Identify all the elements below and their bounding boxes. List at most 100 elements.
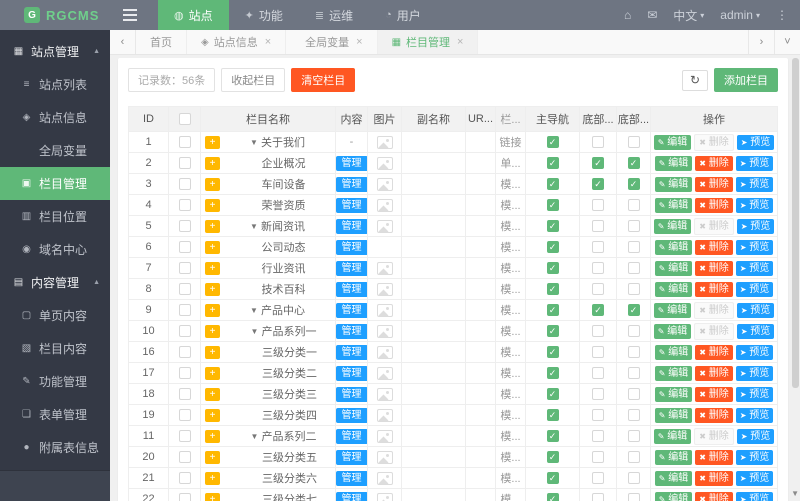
manage-button[interactable]: 管理 — [336, 302, 367, 318]
collapse-caret-icon[interactable]: ▼ — [250, 138, 258, 147]
delete-button[interactable]: ✖ 删除 — [695, 281, 733, 297]
delete-button[interactable]: ✖ 删除 — [695, 176, 733, 192]
footer1-checkbox[interactable] — [592, 283, 604, 295]
add-child-button[interactable]: + — [205, 198, 220, 212]
footer2-checkbox[interactable] — [627, 409, 640, 421]
manage-button[interactable]: 管理 — [336, 428, 367, 444]
main-nav-checkbox[interactable]: ✓ — [546, 199, 559, 211]
main-nav-checkbox[interactable]: ✓ — [546, 220, 559, 232]
add-child-button[interactable]: + — [205, 177, 220, 191]
edit-button[interactable]: ✎ 编辑 — [653, 302, 692, 318]
footer2-checkbox[interactable]: ✓ — [627, 304, 640, 316]
row-select-checkbox[interactable] — [178, 493, 191, 501]
add-child-button[interactable]: + — [205, 492, 220, 501]
add-child-button[interactable]: + — [205, 387, 220, 401]
main-nav-checkbox[interactable]: ✓ — [546, 136, 559, 148]
main-nav-checkbox[interactable]: ✓ — [546, 283, 559, 295]
footer1-checkbox[interactable] — [592, 199, 604, 211]
add-child-button[interactable]: + — [205, 303, 220, 317]
delete-button[interactable]: ✖ 删除 — [694, 322, 734, 340]
add-child-button[interactable]: + — [205, 282, 220, 296]
delete-button[interactable]: ✖ 删除 — [695, 260, 733, 276]
footer1-checkbox[interactable] — [592, 136, 604, 148]
edit-button[interactable]: ✎ 编辑 — [654, 344, 693, 360]
collapse-caret-icon[interactable]: ▼ — [250, 306, 258, 315]
manage-button[interactable]: 管理 — [336, 197, 367, 213]
top-nav-item[interactable]: ◔ 用户 — [369, 0, 437, 30]
preview-button[interactable]: ➤ 预览 — [736, 218, 775, 234]
preview-button[interactable]: ➤ 预览 — [735, 449, 774, 465]
footer1-checkbox[interactable]: ✓ — [592, 178, 604, 190]
footer2-checkbox[interactable] — [627, 367, 640, 379]
add-child-button[interactable]: + — [205, 366, 220, 380]
sidebar-group-header[interactable]: ▦ 站点管理 ▲ — [0, 35, 110, 68]
footer2-checkbox[interactable] — [627, 430, 640, 442]
manage-button[interactable]: 管理 — [336, 239, 367, 255]
footer2-checkbox[interactable] — [627, 388, 640, 400]
row-select-checkbox[interactable] — [178, 262, 191, 274]
manage-button[interactable]: 管理 — [336, 407, 367, 423]
tab-首页[interactable]: 首页 — [136, 30, 187, 54]
row-select-checkbox[interactable] — [178, 388, 191, 400]
sidebar-item-功能管理[interactable]: ✎ 功能管理 — [0, 365, 110, 398]
delete-button[interactable]: ✖ 删除 — [695, 491, 733, 501]
delete-button[interactable]: ✖ 删除 — [695, 470, 733, 486]
top-nav-item[interactable]: ◍ 站点 — [158, 0, 229, 30]
main-nav-checkbox[interactable]: ✓ — [546, 430, 559, 442]
add-child-button[interactable]: + — [205, 219, 220, 233]
main-nav-checkbox[interactable]: ✓ — [546, 325, 559, 337]
preview-button[interactable]: ➤ 预览 — [735, 281, 774, 297]
footer1-checkbox[interactable] — [592, 262, 604, 274]
footer2-checkbox[interactable] — [627, 493, 640, 501]
footer1-checkbox[interactable] — [592, 346, 604, 358]
add-child-button[interactable]: + — [205, 156, 220, 170]
manage-button[interactable]: 管理 — [336, 155, 367, 171]
footer2-checkbox[interactable] — [627, 472, 640, 484]
row-select-checkbox[interactable] — [178, 409, 191, 421]
main-nav-checkbox[interactable]: ✓ — [546, 157, 559, 169]
footer2-checkbox[interactable] — [627, 283, 640, 295]
main-nav-checkbox[interactable]: ✓ — [546, 367, 559, 379]
row-select-checkbox[interactable] — [178, 241, 191, 253]
manage-button[interactable]: 管理 — [336, 344, 367, 360]
preview-button[interactable]: ➤ 预览 — [735, 239, 774, 255]
footer2-checkbox[interactable] — [627, 220, 640, 232]
delete-button[interactable]: ✖ 删除 — [694, 301, 734, 319]
main-nav-checkbox[interactable]: ✓ — [546, 304, 559, 316]
footer2-checkbox[interactable] — [627, 199, 640, 211]
delete-button[interactable]: ✖ 删除 — [695, 155, 733, 171]
edit-button[interactable]: ✎ 编辑 — [654, 197, 693, 213]
footer1-checkbox[interactable] — [592, 367, 604, 379]
sidebar-item-域名中心[interactable]: ◉ 域名中心 — [0, 233, 110, 266]
edit-button[interactable]: ✎ 编辑 — [654, 260, 693, 276]
edit-button[interactable]: ✎ 编辑 — [653, 428, 692, 444]
top-nav-item[interactable]: ✦ 功能 — [229, 0, 299, 30]
edit-button[interactable]: ✎ 编辑 — [654, 449, 693, 465]
manage-button[interactable]: 管理 — [336, 386, 367, 402]
footer2-checkbox[interactable] — [627, 325, 640, 337]
row-select-checkbox[interactable] — [178, 451, 191, 463]
collapse-caret-icon[interactable]: ▼ — [251, 432, 259, 441]
manage-button[interactable]: 管理 — [336, 323, 367, 339]
row-select-checkbox[interactable] — [178, 136, 191, 148]
tab-站点信息[interactable]: ◈ 站点信息 × — [187, 30, 287, 54]
main-nav-checkbox[interactable]: ✓ — [546, 472, 559, 484]
preview-button[interactable]: ➤ 预览 — [735, 407, 774, 423]
row-select-checkbox[interactable] — [178, 220, 191, 232]
tab-close-icon[interactable]: × — [265, 36, 271, 48]
edit-button[interactable]: ✎ 编辑 — [654, 281, 693, 297]
sidebar-group-header[interactable]: ▤ 内容管理 ▲ — [0, 266, 110, 299]
preview-button[interactable]: ➤ 预览 — [736, 323, 775, 339]
preview-button[interactable]: ➤ 预览 — [735, 155, 774, 171]
edit-button[interactable]: ✎ 编辑 — [653, 134, 692, 150]
collapse-categories-button[interactable]: 收起栏目 — [221, 68, 286, 92]
sidebar-item-站点信息[interactable]: ◈ 站点信息 — [0, 101, 110, 134]
delete-button[interactable]: ✖ 删除 — [695, 344, 733, 360]
footer1-checkbox[interactable] — [592, 409, 604, 421]
footer1-checkbox[interactable] — [592, 472, 604, 484]
scrollbar-down-arrow-icon[interactable]: ▼ — [791, 489, 799, 498]
tabs-scroll-left-icon[interactable]: ‹ — [110, 30, 136, 54]
user-dropdown[interactable]: admin ▾ — [720, 8, 760, 22]
manage-button[interactable]: 管理 — [336, 365, 367, 381]
main-nav-checkbox[interactable]: ✓ — [546, 451, 559, 463]
